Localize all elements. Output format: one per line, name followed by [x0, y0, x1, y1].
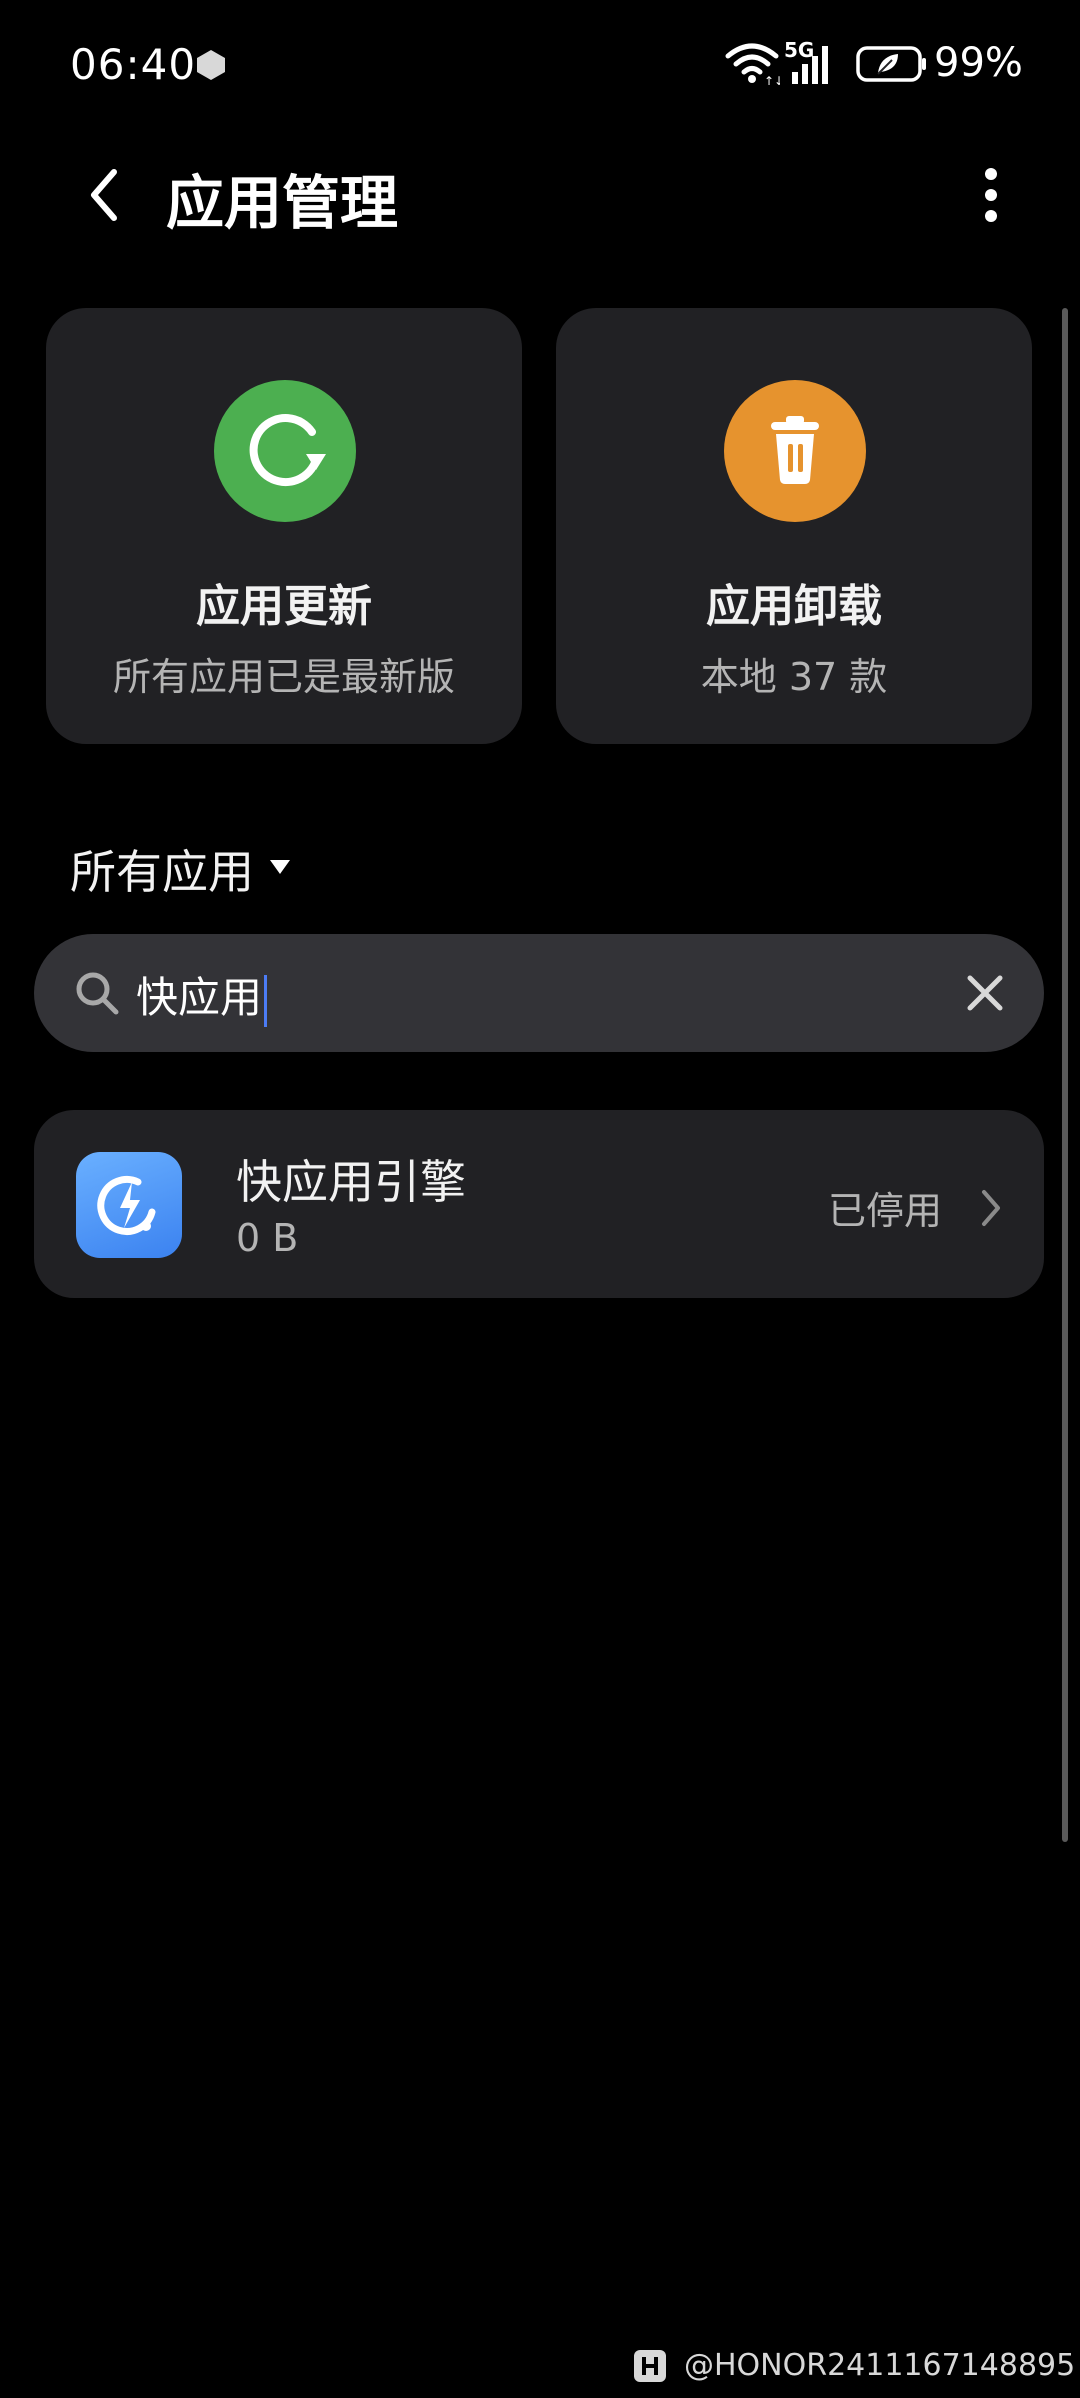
text-caret: [264, 974, 268, 1027]
battery-percent: 99%: [934, 40, 1023, 86]
app-uninstall-card[interactable]: 应用卸载 本地 37 款: [556, 308, 1032, 744]
search-icon: [76, 972, 119, 1015]
trash-icon: [724, 380, 866, 522]
search-bar[interactable]: 快应用: [34, 934, 1044, 1052]
app-size: 0 B: [236, 1216, 299, 1260]
status-time: 06:40: [70, 40, 197, 89]
cellular-signal: 5G: [784, 38, 844, 86]
filter-label: 所有应用: [70, 845, 254, 899]
svg-text:↑↓: ↑↓: [764, 74, 780, 86]
scrollbar[interactable]: [1062, 308, 1068, 1842]
page-title: 应用管理: [166, 169, 399, 237]
search-value: 快应用: [136, 973, 263, 1022]
search-input[interactable]: 快应用: [136, 964, 268, 1027]
app-management-screen: 06:40 ↑↓ 5G 99% 应用管理 应用更新 所有应用已是最新版 应用卸载…: [0, 0, 1080, 2398]
update-icon: [214, 380, 356, 522]
signal-bars-icon: [792, 46, 828, 84]
honor-logo-icon: [634, 2350, 666, 2382]
app-update-subtitle: 所有应用已是最新版: [112, 655, 455, 699]
app-name: 快应用引擎: [236, 1155, 466, 1209]
battery-saver-icon: [856, 46, 926, 82]
quick-app-engine-icon: [76, 1152, 182, 1258]
app-update-card[interactable]: 应用更新 所有应用已是最新版: [46, 308, 522, 744]
app-status: 已停用: [828, 1189, 943, 1233]
app-filter-dropdown[interactable]: 所有应用: [70, 836, 290, 899]
app-uninstall-title: 应用卸载: [706, 581, 882, 632]
wifi-icon: ↑↓: [725, 43, 780, 86]
list-item[interactable]: 快应用引擎 0 B 已停用: [34, 1110, 1044, 1298]
status-bar: 06:40 ↑↓ 5G 99%: [0, 0, 1080, 130]
chevron-right-icon: [982, 1190, 1000, 1226]
app-update-title: 应用更新: [196, 581, 372, 632]
clear-icon[interactable]: [964, 972, 1006, 1014]
back-arrow-icon[interactable]: [80, 160, 130, 230]
more-options-icon[interactable]: [972, 160, 1010, 230]
app-uninstall-subtitle: 本地 37 款: [700, 655, 888, 699]
watermark-text: @HONOR2411167148895: [684, 2348, 1076, 2383]
notification-badge-icon: [197, 50, 225, 80]
triangle-down-icon: [270, 860, 290, 874]
